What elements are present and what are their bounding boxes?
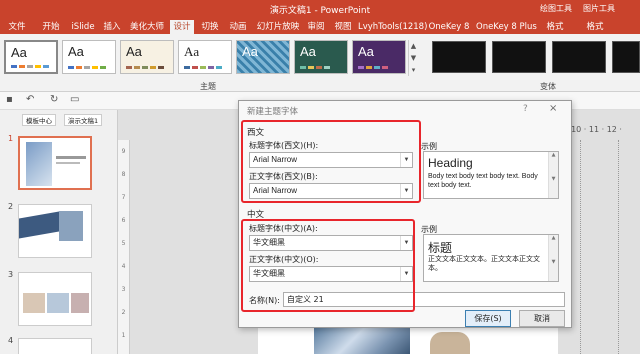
redo-icon[interactable]: ↻ <box>50 94 58 105</box>
theme-2[interactable]: Aa <box>62 40 116 74</box>
tab-format-drawing[interactable]: 格式 <box>540 20 570 34</box>
theme-sample-text: Aa <box>11 45 27 60</box>
ribbon-design: Aa Aa Aa Aa Aa Aa Aa ▲ ▼ ▾ 主题 变体 <box>0 34 640 92</box>
close-icon[interactable]: × <box>549 103 557 114</box>
variant-2[interactable] <box>492 41 546 73</box>
slide-thumbnail-3[interactable] <box>18 272 92 326</box>
save-button[interactable]: 保存(S) <box>465 310 511 327</box>
cancel-button[interactable]: 取消 <box>519 310 565 327</box>
theme-sample-text: Aa <box>358 44 374 59</box>
start-slideshow-icon[interactable]: ▭ <box>70 94 79 105</box>
variant-4[interactable] <box>612 41 640 73</box>
tab-view[interactable]: 视图 <box>330 20 356 34</box>
preview-heading: Heading <box>428 156 473 170</box>
theme-gallery-scroll[interactable]: ▲ ▼ ▾ <box>408 40 418 76</box>
tab-slideshow[interactable]: 幻灯片放映 <box>254 20 302 34</box>
slide-number: 2 <box>8 202 14 211</box>
preview-body: Body text body text body text. Body text… <box>428 173 538 189</box>
slide-thumbnails-panel: 模板中心 演示文稿1 1 2 3 4 <box>0 110 118 354</box>
help-icon[interactable]: ? <box>523 104 528 114</box>
tab-lvyhtools[interactable]: LvyhTools(1218) <box>358 20 427 34</box>
highlight-western-fonts <box>241 120 421 203</box>
theme-6[interactable]: Aa <box>294 40 348 74</box>
doc-tab-presentation1[interactable]: 演示文稿1 <box>64 114 103 126</box>
person-image[interactable] <box>430 332 470 354</box>
theme-sample-text: Aa <box>126 44 142 59</box>
preview-body: 正文文本正文文本。正文文本正文文本。 <box>428 255 540 272</box>
variant-3[interactable] <box>552 41 606 73</box>
slide-image <box>26 142 52 186</box>
preview-heading: 标题 <box>428 241 453 255</box>
tab-onekey8[interactable]: OneKey 8 <box>428 20 470 34</box>
tab-review[interactable]: 审阅 <box>304 20 328 34</box>
horizontal-ruler: · 10 · 11 · 12 · <box>566 125 622 134</box>
save-icon[interactable]: ▪ <box>6 94 13 105</box>
theme-3[interactable]: Aa <box>120 40 174 74</box>
highlight-asian-fonts <box>241 219 415 312</box>
tab-transitions[interactable]: 切换 <box>198 20 222 34</box>
theme-sample-text: Aa <box>242 44 258 59</box>
western-preview: Heading Body text body text body text. B… <box>423 151 559 199</box>
tab-beautify[interactable]: 美化大师 <box>128 20 166 34</box>
tab-onekey8plus[interactable]: OneKey 8 Plus <box>476 20 537 34</box>
tab-design[interactable]: 设计 <box>170 20 194 34</box>
drawing-tools-label: 绘图工具 <box>540 4 572 13</box>
preview-scrollbar[interactable]: ▲ ▼ <box>548 235 558 281</box>
asian-preview: 标题 正文文本正文文本。正文文本正文文本。 ▲ ▼ <box>423 234 559 282</box>
theme-7[interactable]: Aa <box>352 40 406 74</box>
title-bar: 演示文稿1 - PowerPoint 绘图工具 图片工具 文件 开始 iSlid… <box>0 0 640 34</box>
theme-sample-text: Aa <box>68 44 84 59</box>
tab-insert[interactable]: 插入 <box>100 20 124 34</box>
slide-number: 3 <box>8 270 14 279</box>
tab-islide[interactable]: iSlide <box>68 20 98 34</box>
variant-1[interactable] <box>432 41 486 73</box>
slide-thumbnail-1[interactable] <box>18 136 92 190</box>
theme-sample-text: Aa <box>184 44 200 59</box>
slide-thumbnail-4[interactable] <box>18 338 92 354</box>
theme-office[interactable]: Aa <box>4 40 58 74</box>
tab-home[interactable]: 开始 <box>38 20 64 34</box>
preview-scrollbar[interactable]: ▲ ▼ <box>548 152 558 198</box>
tab-animations[interactable]: 动画 <box>226 20 250 34</box>
theme-5[interactable]: Aa <box>236 40 290 74</box>
doc-tab-template-center[interactable]: 模板中心 <box>22 114 56 126</box>
tab-file[interactable]: 文件 <box>4 20 30 34</box>
theme-sample-text: Aa <box>300 44 316 59</box>
themes-group-label: 主题 <box>200 82 216 91</box>
building-image[interactable] <box>314 328 410 354</box>
picture-tools-label: 图片工具 <box>583 4 615 13</box>
dialog-title: 新建主题字体 <box>247 107 299 117</box>
slide-number: 1 <box>8 134 14 143</box>
slide-thumbnail-2[interactable] <box>18 204 92 258</box>
theme-4[interactable]: Aa <box>178 40 232 74</box>
tab-format-picture[interactable]: 格式 <box>580 20 610 34</box>
vertical-ruler: 987654321 <box>118 140 130 354</box>
undo-icon[interactable]: ↶ <box>26 94 34 105</box>
slide-number: 4 <box>8 336 14 345</box>
variants-group-label: 变体 <box>540 82 556 91</box>
